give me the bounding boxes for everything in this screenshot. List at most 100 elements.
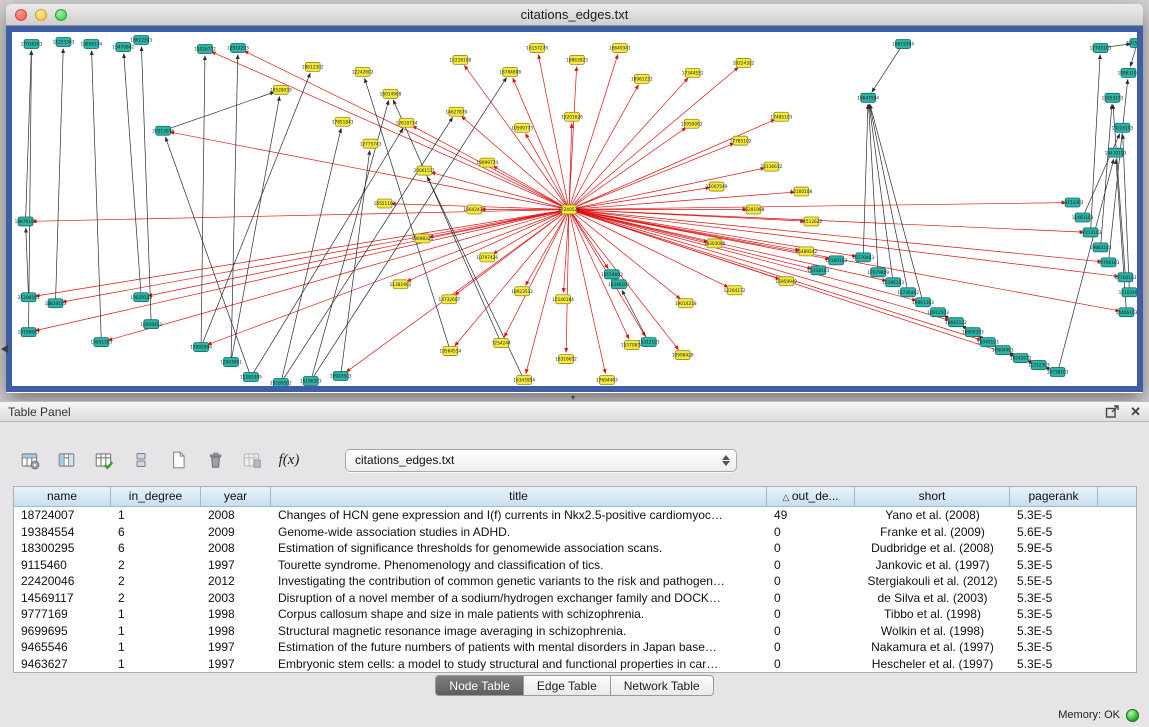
graph-node[interactable]: 18876103 (15, 217, 37, 226)
float-panel-button[interactable] (1105, 404, 1120, 419)
graph-edge[interactable] (281, 118, 453, 383)
table-row[interactable]: 977716911998Corpus callosum shape and si… (14, 606, 1136, 623)
graph-edge[interactable] (526, 209, 569, 285)
graph-node[interactable]: 18698321 (412, 234, 434, 243)
graph-node[interactable]: 7254244 (492, 339, 511, 348)
table-columns-icon[interactable] (53, 446, 81, 474)
graph-node[interactable]: 10599773 (511, 123, 533, 132)
graph-edge[interactable] (569, 143, 734, 209)
graph-edge[interactable] (201, 56, 205, 347)
graph-node[interactable]: 17213103 (1080, 228, 1102, 237)
graph-edge[interactable] (569, 85, 638, 210)
graph-node[interactable]: 19863923 (566, 55, 588, 64)
graph-node[interactable]: 10226103 (1112, 123, 1134, 132)
graph-node[interactable]: 16906303 (962, 328, 984, 337)
graph-edge[interactable] (55, 49, 63, 303)
graph-node[interactable]: 10470842 (112, 42, 134, 51)
graph-node[interactable]: 14466103 (1116, 308, 1137, 317)
graph-node[interactable]: 16291998 (743, 205, 765, 214)
table-row[interactable]: 946554611997Estimation of the future num… (14, 639, 1136, 656)
trash-icon[interactable] (201, 446, 229, 474)
graph-node[interactable]: 19245012 (1010, 354, 1032, 363)
minimize-window-button[interactable] (35, 9, 47, 21)
graph-node[interactable]: 18839103 (45, 299, 67, 308)
graph-node[interactable]: 18346102 (608, 280, 630, 289)
graph-node[interactable]: 12914203 (227, 43, 249, 52)
graph-node[interactable]: 18863103 (1118, 68, 1137, 77)
graph-node[interactable]: 11312303 (1028, 361, 1050, 370)
table-import-icon[interactable] (90, 446, 118, 474)
graph-edge[interactable] (863, 105, 868, 258)
graph-node[interactable]: 25206505 (18, 293, 40, 302)
graph-node[interactable]: 19861103 (912, 298, 934, 307)
tab-node-table[interactable]: Node Table (435, 675, 524, 696)
graph-node[interactable]: 19154103 (1127, 38, 1137, 47)
graph-node[interactable]: 16157278 (526, 43, 548, 52)
graph-node[interactable]: 16619304 (892, 39, 914, 48)
graph-edge[interactable] (124, 54, 141, 297)
graph-node[interactable]: 17485103 (771, 112, 793, 121)
rows-icon[interactable] (127, 446, 155, 474)
graph-edge[interactable] (341, 151, 370, 376)
graph-edge[interactable] (569, 209, 981, 340)
graph-node[interactable]: 19956174 (81, 39, 103, 48)
graph-node[interactable]: 19647594 (857, 93, 879, 102)
graph-edge[interactable] (569, 209, 1084, 232)
graph-edge[interactable] (431, 172, 569, 209)
graph-node[interactable]: 11283309 (240, 373, 262, 382)
graph-node[interactable]: 15146184 (552, 295, 574, 304)
graph-node[interactable]: 12775743 (360, 139, 382, 148)
graph-node[interactable]: 18663122 (945, 318, 967, 327)
table-row[interactable]: 2242004622012Investigating the contribut… (14, 573, 1136, 590)
graph-node[interactable]: 12745103 (1090, 43, 1112, 52)
tab-edge-table[interactable]: Edge Table (524, 675, 611, 696)
graph-node[interactable]: 12103403 (1119, 288, 1137, 297)
graph-node[interactable]: 19564554 (439, 347, 461, 356)
graph-node[interactable]: 16551102 (374, 199, 396, 208)
table-row[interactable]: 1830029562008Estimation of significance … (14, 540, 1136, 557)
graph-edge[interactable] (141, 47, 151, 324)
column-header-title[interactable]: title (271, 487, 767, 507)
graph-node[interactable]: 11463103 (1072, 213, 1094, 222)
graph-node[interactable]: 17344551 (682, 68, 704, 77)
tab-network-table[interactable]: Network Table (611, 675, 714, 696)
graph-edge[interactable] (1101, 105, 1112, 248)
graph-node[interactable]: 17694463 (596, 376, 618, 385)
column-header-filler[interactable] (1098, 487, 1136, 507)
graph-edge[interactable] (569, 188, 710, 210)
graph-node[interactable]: 16343954 (513, 376, 535, 385)
column-header-pagerank[interactable]: pagerank (1010, 487, 1098, 507)
graph-node[interactable]: 10912103 (927, 308, 949, 317)
graph-node[interactable]: 20061571 (414, 166, 436, 175)
graph-node[interactable]: 17679919 (867, 268, 889, 277)
graph-edge[interactable] (281, 129, 341, 383)
graph-node[interactable]: 13201626 (561, 112, 583, 121)
table-disabled-icon[interactable] (238, 446, 266, 474)
graph-node[interactable]: 10196303 (300, 377, 322, 386)
graph-node[interactable]: 15950002 (681, 119, 703, 128)
graph-edge[interactable] (208, 209, 569, 344)
graph-node[interactable]: 15489242 (795, 247, 817, 256)
graph-node[interactable]: 12790103 (1098, 258, 1120, 267)
graph-node[interactable]: 19099774 (476, 158, 498, 167)
column-header-short[interactable]: short (855, 487, 1010, 507)
graph-node[interactable]: 16776403 (852, 253, 874, 262)
graph-node[interactable]: 14528039 (270, 85, 292, 94)
graph-edge[interactable] (148, 209, 569, 295)
graph-node[interactable]: 10797426 (476, 253, 498, 262)
graph-node[interactable]: 11007549 (706, 182, 728, 191)
graph-edge[interactable] (33, 209, 569, 221)
graph-edge[interactable] (870, 105, 908, 293)
graph-edge[interactable] (35, 209, 569, 330)
collapse-panel-arrow-icon[interactable] (1, 345, 8, 353)
graph-node[interactable]: 12045103 (977, 338, 999, 347)
graph-node[interactable]: 17851843 (332, 117, 354, 126)
graph-node[interactable]: 14512622 (800, 217, 822, 226)
graph-node[interactable]: 15953103 (1102, 93, 1124, 102)
graph-edge[interactable] (201, 73, 310, 347)
function-icon[interactable]: f(x) (275, 446, 303, 474)
graph-node[interactable]: 19051303 (90, 338, 112, 347)
graph-node[interactable]: 18612302 (302, 62, 324, 71)
graph-edge[interactable] (251, 129, 403, 377)
graph-edge[interactable] (569, 78, 688, 209)
